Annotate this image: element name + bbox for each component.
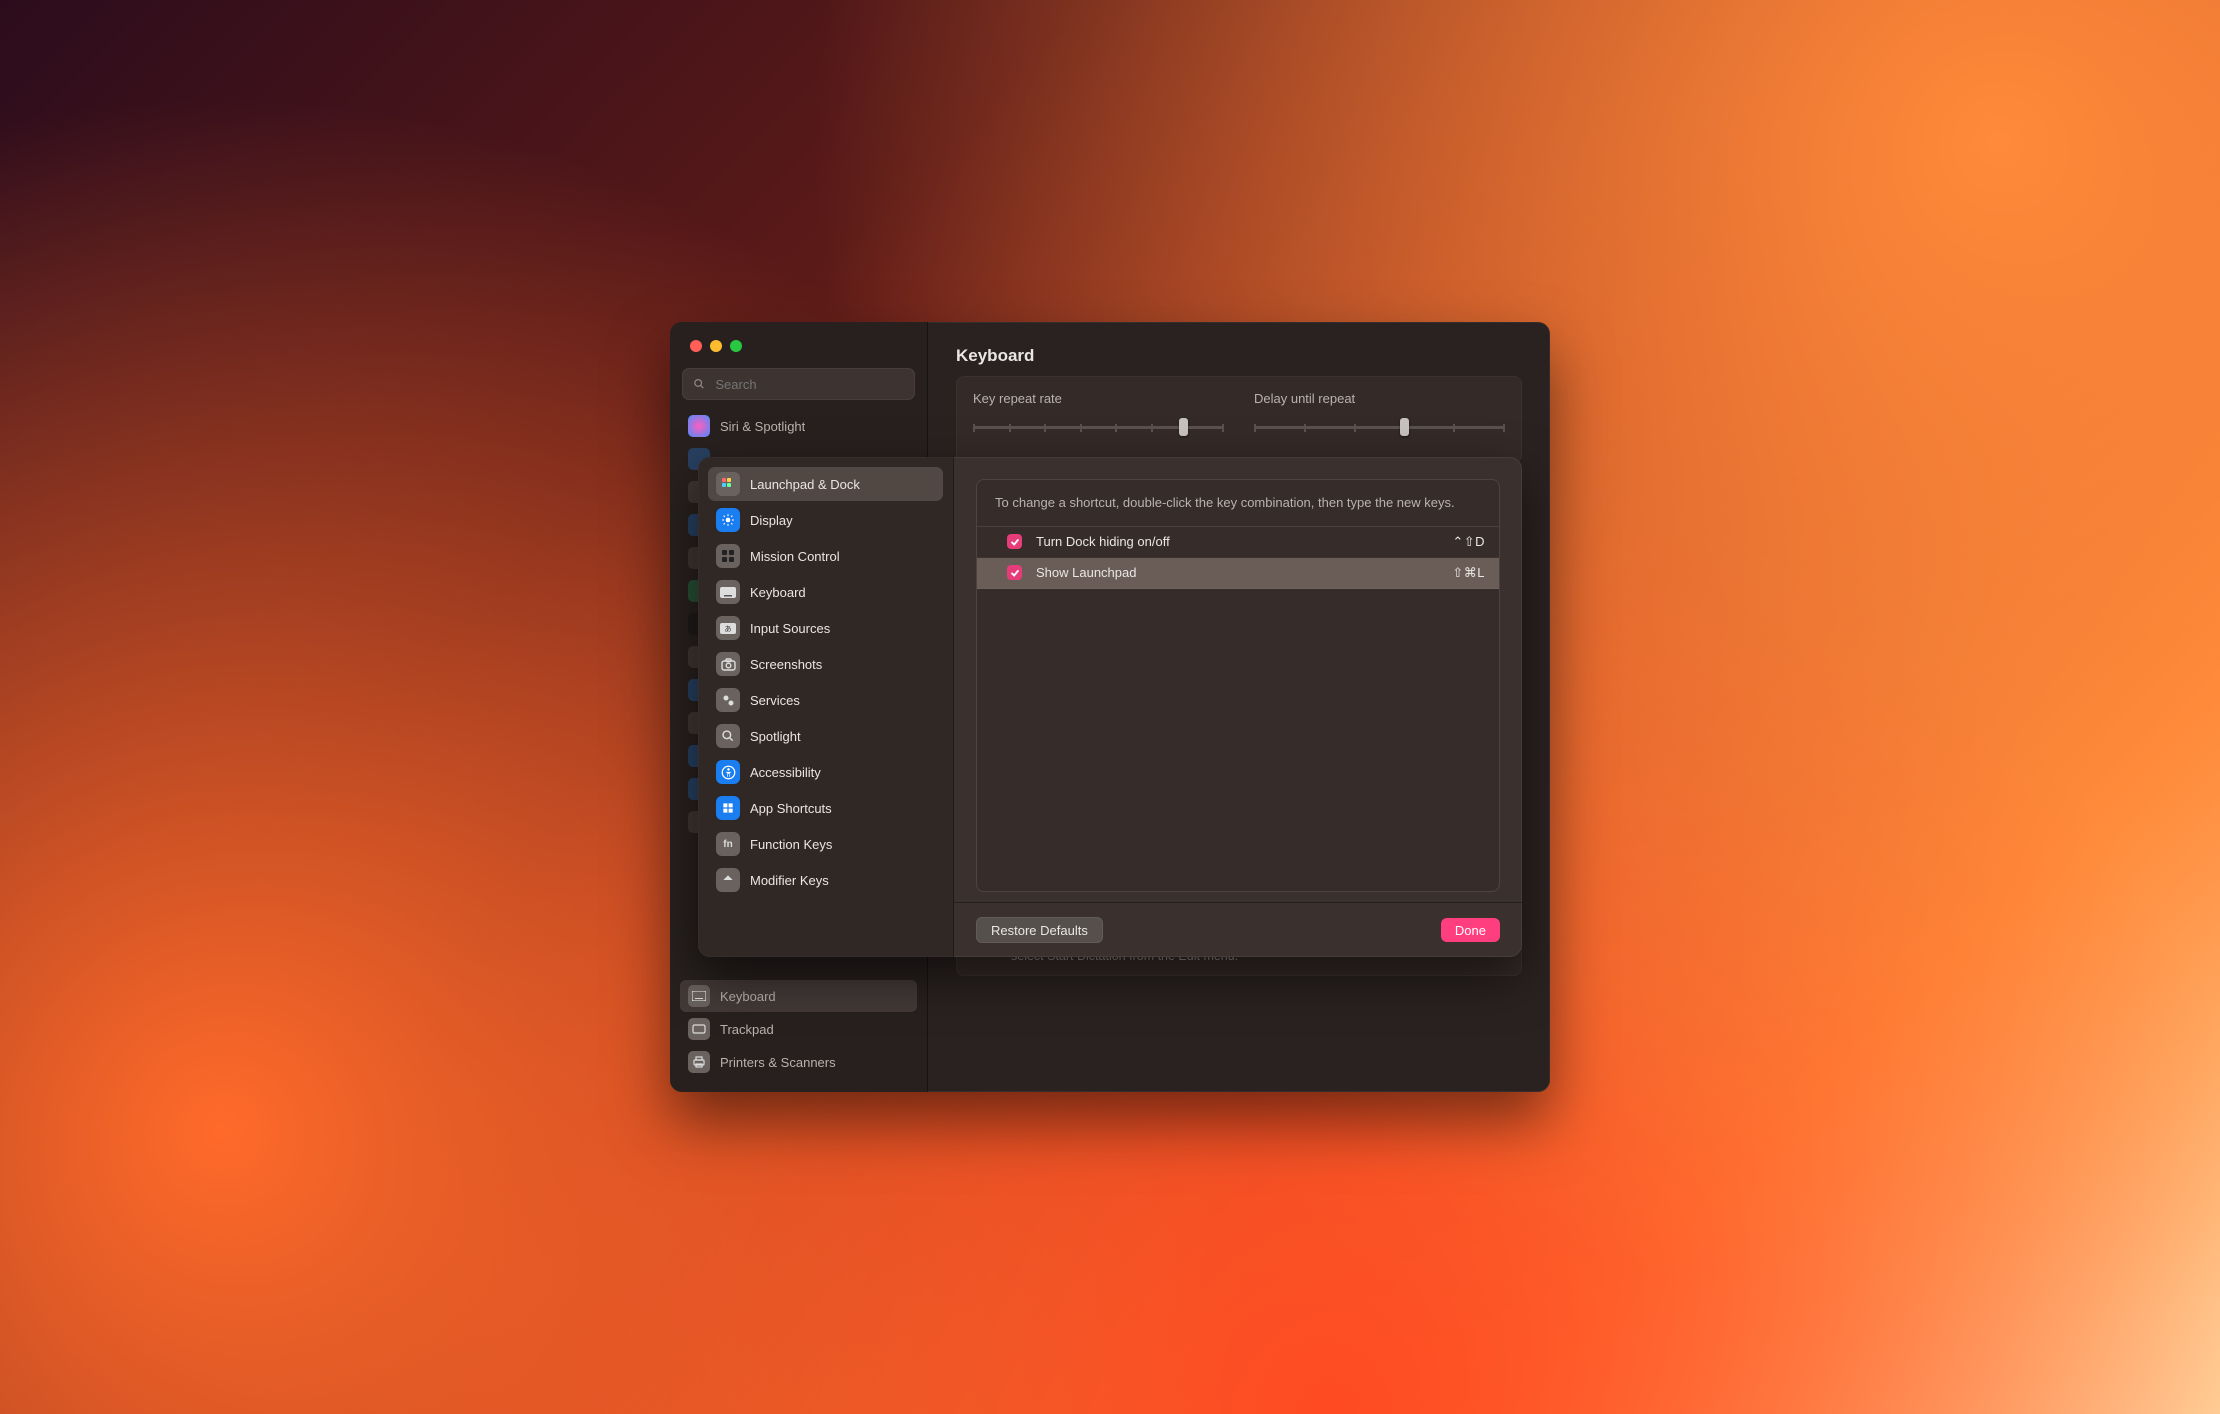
shortcut-row[interactable]: Turn Dock hiding on/off ⌃⇧D (977, 527, 1499, 558)
sidebar-item-label: Trackpad (720, 1022, 774, 1037)
grid-icon (716, 472, 740, 496)
shortcut-keys[interactable]: ⇧⌘L (1452, 565, 1485, 581)
category-label: Display (750, 513, 793, 528)
keyboard-icon (688, 985, 710, 1007)
search-icon (716, 724, 740, 748)
category-item-function-keys[interactable]: fn Function Keys (708, 827, 943, 861)
shortcut-keys[interactable]: ⌃⇧D (1452, 534, 1485, 550)
category-item-input-sources[interactable]: あ Input Sources (708, 611, 943, 645)
sidebar-item-keyboard[interactable]: Keyboard (680, 980, 917, 1012)
shortcut-row[interactable]: Show Launchpad ⇧⌘L (977, 558, 1499, 589)
key-repeat-slider[interactable] (973, 416, 1224, 438)
shortcuts-category-sidebar: Launchpad & Dock Display Mission Control Ke… (698, 457, 954, 957)
restore-defaults-button[interactable]: Restore Defaults (976, 917, 1103, 943)
category-label: Accessibility (750, 765, 821, 780)
gears-icon (716, 688, 740, 712)
window-traffic-lights (670, 322, 927, 352)
category-item-mission-control[interactable]: Mission Control (708, 539, 943, 573)
shortcut-label: Show Launchpad (1036, 565, 1438, 580)
category-label: Input Sources (750, 621, 830, 636)
key-repeat-section: Key repeat rate Delay until repeat (956, 376, 1522, 463)
sidebar-item-label: Keyboard (720, 989, 776, 1004)
delay-slider[interactable] (1254, 416, 1505, 438)
shortcut-checkbox[interactable] (1007, 565, 1022, 580)
slider-label: Key repeat rate (973, 391, 1224, 406)
minimize-window-button[interactable] (710, 340, 722, 352)
fn-icon: fn (716, 832, 740, 856)
category-item-launchpad-dock[interactable]: Launchpad & Dock (708, 467, 943, 501)
category-label: Modifier Keys (750, 873, 829, 888)
close-window-button[interactable] (690, 340, 702, 352)
search-input[interactable] (713, 376, 904, 393)
trackpad-icon (688, 1018, 710, 1040)
sidebar-item-label: Printers & Scanners (720, 1055, 836, 1070)
category-label: App Shortcuts (750, 801, 832, 816)
sidebar-item-label: Siri & Spotlight (720, 419, 805, 434)
shortcut-label: Turn Dock hiding on/off (1036, 534, 1438, 549)
sidebar-item-trackpad[interactable]: Trackpad (680, 1013, 917, 1045)
modifier-icon (716, 868, 740, 892)
slider-label: Delay until repeat (1254, 391, 1505, 406)
shortcuts-detail: To change a shortcut, double-click the k… (954, 457, 1522, 957)
category-item-modifier-keys[interactable]: Modifier Keys (708, 863, 943, 897)
done-button[interactable]: Done (1441, 918, 1500, 942)
category-item-keyboard[interactable]: Keyboard (708, 575, 943, 609)
category-item-spotlight[interactable]: Spotlight (708, 719, 943, 753)
input-icon: あ (716, 616, 740, 640)
sidebar-item-siri[interactable]: Siri & Spotlight (680, 410, 917, 442)
sheet-footer: Restore Defaults Done (954, 902, 1522, 957)
shortcut-checkbox[interactable] (1007, 534, 1022, 549)
category-label: Keyboard (750, 585, 806, 600)
category-item-accessibility[interactable]: Accessibility (708, 755, 943, 789)
category-item-app-shortcuts[interactable]: App Shortcuts (708, 791, 943, 825)
category-label: Launchpad & Dock (750, 477, 860, 492)
category-label: Spotlight (750, 729, 801, 744)
category-label: Screenshots (750, 657, 822, 672)
keyboard-icon (716, 580, 740, 604)
access-icon (716, 760, 740, 784)
zoom-window-button[interactable] (730, 340, 742, 352)
page-title: Keyboard (956, 346, 1522, 366)
category-item-screenshots[interactable]: Screenshots (708, 647, 943, 681)
category-label: Mission Control (750, 549, 840, 564)
siri-icon (688, 415, 710, 437)
shortcuts-list-box: To change a shortcut, double-click the k… (976, 479, 1500, 892)
camera-icon (716, 652, 740, 676)
sidebar-search[interactable] (682, 368, 915, 400)
printer-icon (688, 1051, 710, 1073)
app-icon (716, 796, 740, 820)
category-label: Services (750, 693, 800, 708)
category-item-services[interactable]: Services (708, 683, 943, 717)
category-item-display[interactable]: Display (708, 503, 943, 537)
svg-text:あ: あ (725, 625, 732, 633)
shortcut-hint: To change a shortcut, double-click the k… (977, 480, 1499, 527)
mission-icon (716, 544, 740, 568)
category-label: Function Keys (750, 837, 832, 852)
keyboard-shortcuts-sheet: Launchpad & Dock Display Mission Control Ke… (698, 457, 1522, 957)
brightness-icon (716, 508, 740, 532)
sidebar-item-printers[interactable]: Printers & Scanners (680, 1046, 917, 1078)
search-icon (693, 377, 705, 391)
system-settings-window: Siri & Spotlight Keyboard (670, 322, 1550, 1092)
